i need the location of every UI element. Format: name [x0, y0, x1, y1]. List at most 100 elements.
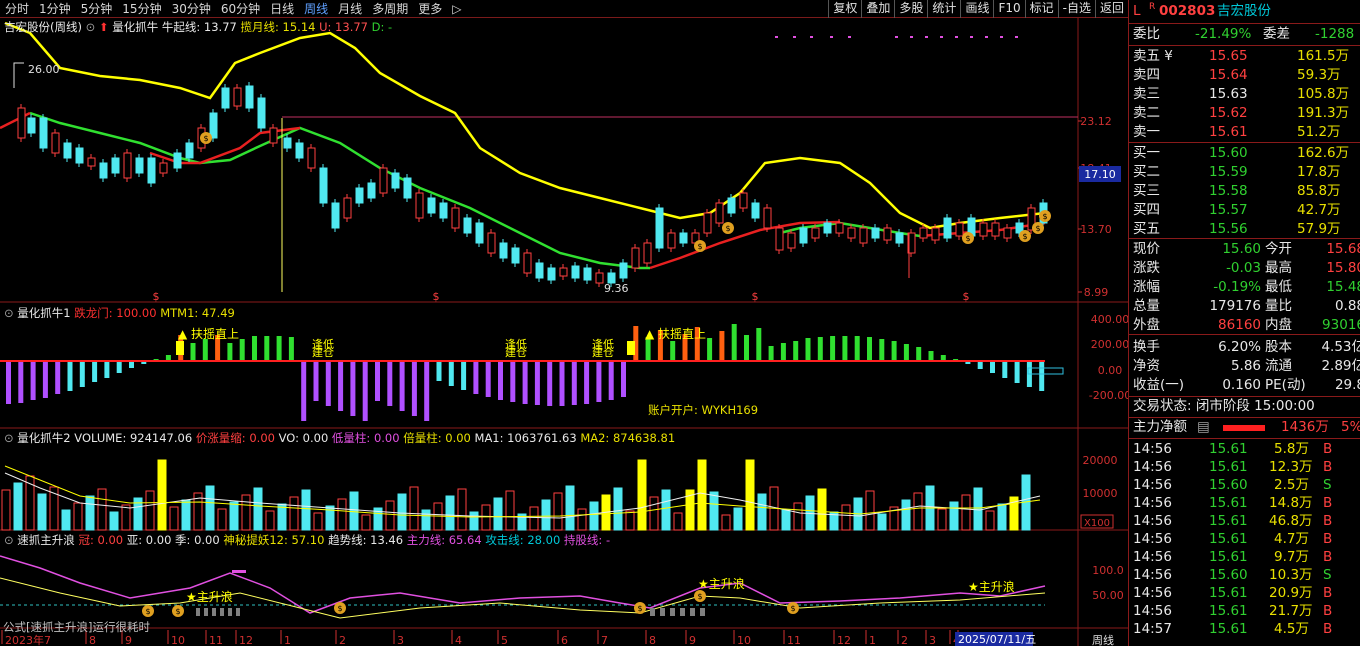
time-axis-label: 3: [929, 634, 936, 646]
more-arrow-icon[interactable]: ▷: [447, 0, 466, 18]
volume-bar: [145, 490, 155, 531]
toolbar-button-0[interactable]: 复权: [828, 0, 861, 18]
money-bag-icon-glyph: $: [697, 242, 702, 251]
money-bag-icon-glyph: $: [637, 604, 642, 613]
ind2-p6: MA2: 874638.81: [580, 431, 676, 445]
toolbar-button-1[interactable]: 叠加: [861, 0, 894, 18]
tick-row-v: 21.7万: [1269, 603, 1313, 619]
candle-body: [427, 197, 436, 214]
period-tab-5[interactable]: 60分钟: [216, 0, 265, 18]
period-tab-10[interactable]: 更多: [413, 0, 447, 18]
period-tab-7[interactable]: 周线: [299, 0, 333, 18]
period-tab-6[interactable]: 日线: [265, 0, 299, 18]
time-axis-label: 10: [737, 634, 751, 646]
toolbar-button-6[interactable]: 标记: [1024, 0, 1058, 18]
candle-body: [655, 207, 664, 249]
ask-row-l: 卖三: [1133, 86, 1160, 102]
tick-row-p: 15.61: [1209, 621, 1248, 637]
candle-body: [379, 167, 388, 194]
gray-mark: [660, 608, 665, 616]
ind3-settings-icon[interactable]: ⊙: [4, 533, 14, 547]
mtm-bar: [461, 361, 467, 390]
main-legend: 吉宏股份(周线) ⊙ ⬆ 量化抓牛 牛起线: 13.77 揽月线: 15.14 …: [4, 20, 392, 34]
candle-body: [307, 147, 316, 169]
ind2-p5: MA1: 1063761.63: [474, 431, 577, 445]
period-tab-4[interactable]: 30分钟: [167, 0, 216, 18]
ind3-p3: 季: 0.00: [175, 533, 220, 547]
gray-mark: [236, 608, 240, 616]
signal-dot: [985, 36, 988, 38]
volume-bar: [265, 510, 275, 531]
ask-row-l: 卖二: [1133, 105, 1160, 121]
volume-bar: [409, 486, 419, 531]
volume-bar: [757, 493, 767, 531]
candle-body: [979, 222, 988, 237]
stat-row-b: 6.20%: [1218, 339, 1261, 355]
period-tab-3[interactable]: 15分钟: [117, 0, 166, 18]
money-bag-icon-glyph: $: [175, 607, 180, 616]
tick-row-t: 14:56: [1133, 495, 1172, 511]
mtm-bar: [903, 344, 909, 361]
mtm-bar: [485, 361, 491, 397]
candle-body: [135, 157, 144, 174]
toolbar-button-4[interactable]: 画线: [960, 0, 993, 18]
period-tab-2[interactable]: 5分钟: [76, 0, 118, 18]
main-axis-label: 23.12: [1080, 115, 1112, 128]
mtm-bar: [190, 343, 196, 361]
mtm-bar: [42, 361, 48, 398]
toolbar-button-5[interactable]: F10: [993, 0, 1024, 18]
volume-bar: [793, 502, 803, 531]
period-tab-1[interactable]: 1分钟: [34, 0, 76, 18]
period-tab-8[interactable]: 月线: [333, 0, 367, 18]
ask-row: 卖二 15.62 191.3万: [1129, 104, 1360, 123]
mtm-bar: [338, 361, 344, 411]
mtm-bar: [1039, 361, 1045, 391]
webi-row-l2: 委差: [1263, 26, 1290, 42]
period-tab-0[interactable]: 分时: [0, 0, 34, 18]
stat-row: 总量 179176量比 0.88: [1129, 297, 1360, 316]
ind2-p4: 倍量柱: 0.00: [403, 431, 471, 445]
formula-note: 公式[速抓主升浪]运行很耗时: [3, 620, 150, 634]
tick-row-p: 15.61: [1209, 585, 1248, 601]
stat-row-c: 流通: [1265, 358, 1292, 374]
ind1-settings-icon[interactable]: ⊙: [4, 306, 14, 320]
tick-row-p: 15.61: [1209, 531, 1248, 547]
indicator-dropdown-icon[interactable]: ⊙: [86, 20, 96, 34]
candle-body: [919, 227, 928, 239]
chart-area[interactable]: 23.1218.4113.708.9917.1026.009.36$$$$$$$…: [0, 18, 1128, 646]
candle-body: [823, 222, 832, 234]
period-tab-9[interactable]: 多周期: [367, 0, 413, 18]
candle-body: [751, 202, 760, 219]
unit-label: X100: [1084, 518, 1110, 529]
mtm-box: [1027, 367, 1064, 375]
stat-row-b: 86160: [1218, 317, 1261, 333]
toolbar-button-3[interactable]: 统计: [927, 0, 960, 18]
signal-dot: [848, 36, 851, 38]
volume-bar: [385, 500, 395, 531]
mtm-bar: [116, 361, 122, 373]
ind2-settings-icon[interactable]: ⊙: [4, 431, 14, 445]
candle-body: [367, 182, 376, 199]
tick-row-v: 9.7万: [1274, 549, 1309, 565]
mtm-bar: [18, 361, 24, 403]
ind3-p4: 神秘提妖12: 57.10: [223, 533, 325, 547]
volume-bar: [985, 510, 995, 531]
stat-row-b: -0.03: [1226, 260, 1261, 276]
gray-mark: [680, 608, 685, 616]
mtm-bar: [67, 361, 73, 391]
period-toolbar: 分时 1分钟 5分钟 15分钟 30分钟 60分钟 日线 周线 月线 多周期 更多 ▷ 复权 叠加 多股统…: [0, 0, 1128, 18]
tick-row: 14:56 15.60 10.3万 S: [1129, 566, 1360, 585]
account-open-text: 账户开户: WYKH169: [648, 403, 759, 417]
candle-body: [619, 262, 628, 279]
signal-fuyao: ▲ 扶摇直上: [178, 326, 239, 341]
signal-fuyao: ▲ 扶摇直上: [645, 326, 706, 341]
ind1-axis-label: 400.00: [1091, 313, 1128, 326]
mtm-bar: [522, 361, 528, 404]
candle-body: [51, 132, 60, 154]
toolbar-button-7[interactable]: -自选: [1057, 0, 1095, 18]
toolbar-button-2[interactable]: 多股: [894, 0, 927, 18]
bid-row: 买二 15.59 17.8万: [1129, 163, 1360, 182]
toolbar-button-8[interactable]: 返回: [1094, 0, 1128, 18]
bid-row-v: 42.7万: [1297, 202, 1341, 218]
candle-body: [355, 187, 364, 204]
